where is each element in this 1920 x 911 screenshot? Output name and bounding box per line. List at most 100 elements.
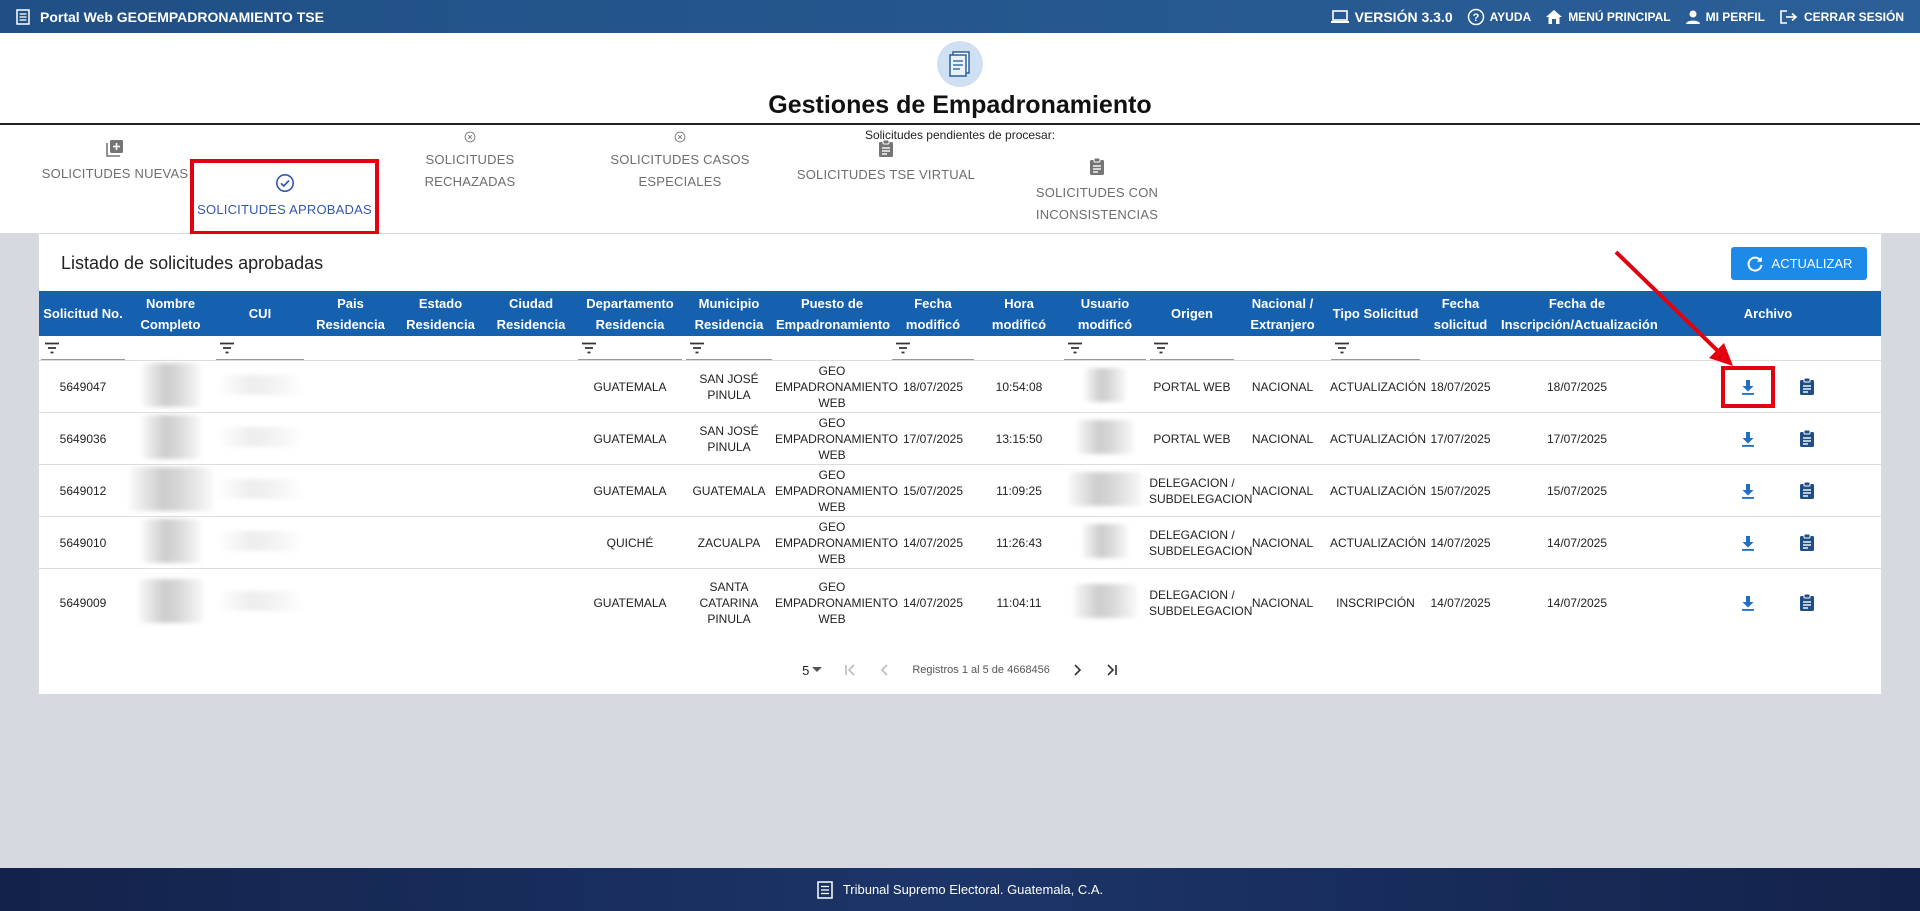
help-link[interactable]: ? AYUDA <box>1467 8 1531 26</box>
details-button[interactable] <box>1799 377 1815 396</box>
cell-pais <box>306 516 395 569</box>
redacted-user <box>1084 367 1126 402</box>
refresh-button[interactable]: ACTUALIZAR <box>1731 247 1867 280</box>
col-header[interactable]: Pais Residencia <box>306 291 395 336</box>
cell-origen: PORTAL WEB <box>1148 360 1236 413</box>
logout-link[interactable]: CERRAR SESIÓN <box>1779 9 1904 25</box>
first-page-icon[interactable] <box>844 664 858 676</box>
redacted-cui <box>220 530 300 551</box>
tab-solicitudes-rechazadas[interactable]: SOLICITUDES RECHAZADAS <box>384 131 556 193</box>
cell-origen: DELEGACION / SUBDELEGACION <box>1148 568 1252 637</box>
details-button[interactable] <box>1799 429 1815 448</box>
cell-usuario-modifico <box>1062 412 1148 465</box>
download-button[interactable] <box>1721 470 1775 512</box>
cell-estado <box>395 360 486 413</box>
col-header[interactable]: Departamento Residencia <box>576 291 684 336</box>
page-header: Gestiones de Empadronamiento Solicitudes… <box>0 33 1920 235</box>
cell-municipio: GUATEMALA <box>684 464 774 517</box>
table-row[interactable]: 5649010 QUICHÉ ZACUALPA GEO EMPADRONAMIENTO… <box>39 516 1881 569</box>
tab-label: SOLICITUDES APROBADAS <box>197 202 372 217</box>
filter-departamento[interactable] <box>578 336 682 360</box>
col-header[interactable]: Tipo Solicitud <box>1329 291 1422 336</box>
col-header[interactable]: Origen <box>1148 291 1236 336</box>
filter-solicitud[interactable] <box>41 336 125 360</box>
col-header[interactable]: Estado Residencia <box>395 291 486 336</box>
cell-puesto: GEO EMPADRONAMIENTO WEB <box>774 464 898 517</box>
cell-tipo-solicitud: ACTUALIZACIÓN <box>1329 464 1426 517</box>
download-icon <box>1741 431 1755 447</box>
download-button[interactable] <box>1721 418 1775 460</box>
table-row[interactable]: 5649036 GUATEMALA SAN JOSÉ PINULA GEO EMPAD… <box>39 412 1881 465</box>
panel-title: Listado de solicitudes aprobadas <box>61 253 324 273</box>
clipboard-icon <box>1799 429 1815 448</box>
redacted-user <box>1073 583 1137 618</box>
paginator: 5 Registros 1 al 5 de 4668456 <box>39 658 1881 682</box>
next-page-icon[interactable] <box>1072 664 1082 676</box>
col-header[interactable]: Usuario modificó <box>1062 291 1148 336</box>
cell-puesto: GEO EMPADRONAMIENTO WEB <box>774 568 898 637</box>
table-row[interactable]: 5649012 GUATEMALA GUATEMALA GEO EMPADRONAMI… <box>39 464 1881 517</box>
download-button[interactable] <box>1721 365 1775 408</box>
col-header[interactable]: Municipio Residencia <box>684 291 774 336</box>
add-box-icon <box>106 140 123 157</box>
filter-icon <box>1335 342 1349 353</box>
cell-fecha-inscripcion: 14/07/2025 <box>1499 516 1655 569</box>
col-header[interactable]: Nombre Completo <box>127 291 214 336</box>
cell-tipo-solicitud: ACTUALIZACIÓN <box>1329 516 1426 569</box>
col-header[interactable]: CUI <box>214 291 306 336</box>
col-header: Archivo <box>1655 291 1881 336</box>
filter-icon <box>1154 342 1168 353</box>
approved-requests-panel: Listado de solicitudes aprobadas ACTUALI… <box>39 234 1881 694</box>
tab-solicitudes-con-inconsistencias[interactable]: SOLICITUDES CON INCONSISTENCIAS <box>1012 155 1182 227</box>
cell-archivo <box>1655 412 1881 465</box>
version-text: VERSIÓN 3.3.0 <box>1354 8 1453 25</box>
cell-hora-modifico: 11:26:43 <box>976 516 1062 569</box>
col-header[interactable]: Puesto de Empadronamiento <box>774 291 890 336</box>
previous-page-icon[interactable] <box>880 664 890 676</box>
col-header[interactable]: Solicitud No. <box>39 291 127 336</box>
cell-pais <box>306 412 395 465</box>
table-row[interactable]: 5649009 GUATEMALA SANTA CATARINA PINULA GEO… <box>39 568 1881 637</box>
tab-label: SOLICITUDES TSE VIRTUAL <box>796 166 976 182</box>
details-button[interactable] <box>1799 593 1815 612</box>
main-menu-link[interactable]: MENÚ PRINCIPAL <box>1545 9 1671 25</box>
profile-link[interactable]: MI PERFIL <box>1685 9 1765 25</box>
filter-cui[interactable] <box>216 336 304 360</box>
col-header[interactable]: Fecha solicitud <box>1422 291 1499 336</box>
clipboard-icon <box>1799 481 1815 500</box>
table-row[interactable]: 5649047 GUATEMALA SAN JOSÉ PINULA GEO EMPAD… <box>39 360 1881 413</box>
filter-municipio[interactable] <box>686 336 772 360</box>
tab-solicitudes-tse-virtual[interactable]: SOLICITUDES TSE VIRTUAL <box>796 131 976 193</box>
refresh-icon <box>1747 256 1763 272</box>
svg-text:?: ? <box>1472 12 1479 24</box>
cell-departamento: GUATEMALA <box>576 360 684 413</box>
tab-solicitudes-aprobadas[interactable]: SOLICITUDES APROBADAS <box>190 159 379 235</box>
col-header[interactable]: Ciudad Residencia <box>486 291 576 336</box>
cell-nacional: NACIONAL <box>1236 412 1329 465</box>
download-button[interactable] <box>1721 582 1775 624</box>
filter-icon <box>220 342 234 353</box>
tab-solicitudes-casos-especiales[interactable]: SOLICITUDES CASOS ESPECIALES <box>570 131 790 193</box>
col-header[interactable]: Hora modificó <box>976 291 1062 336</box>
clipboard-icon <box>1799 593 1815 612</box>
col-header[interactable]: Fecha modificó <box>890 291 976 336</box>
x-circle-icon <box>674 131 686 143</box>
filter-origen[interactable] <box>1150 336 1234 360</box>
cell-fecha-inscripcion: 14/07/2025 <box>1499 568 1655 637</box>
redacted-user <box>1076 419 1134 454</box>
x-circle-icon <box>464 131 476 143</box>
filter-fecha-modifico[interactable] <box>892 336 974 360</box>
filter-tipo-solicitud[interactable] <box>1331 336 1420 360</box>
details-button[interactable] <box>1799 533 1815 552</box>
details-button[interactable] <box>1799 481 1815 500</box>
tab-solicitudes-nuevas[interactable]: SOLICITUDES NUEVAS <box>40 131 190 193</box>
filter-icon <box>690 342 704 353</box>
filter-icon <box>45 342 59 353</box>
page-size-select[interactable]: 5 <box>802 663 823 678</box>
download-button[interactable] <box>1721 522 1775 564</box>
last-page-icon[interactable] <box>1104 664 1118 676</box>
footer-text: Tribunal Supremo Electoral. Guatemala, C… <box>842 882 1104 897</box>
col-header[interactable]: Nacional / Extranjero <box>1236 291 1329 336</box>
filter-usuario-modifico[interactable] <box>1064 336 1146 360</box>
col-header[interactable]: Fecha de Inscripción/Actualización <box>1499 291 1658 336</box>
